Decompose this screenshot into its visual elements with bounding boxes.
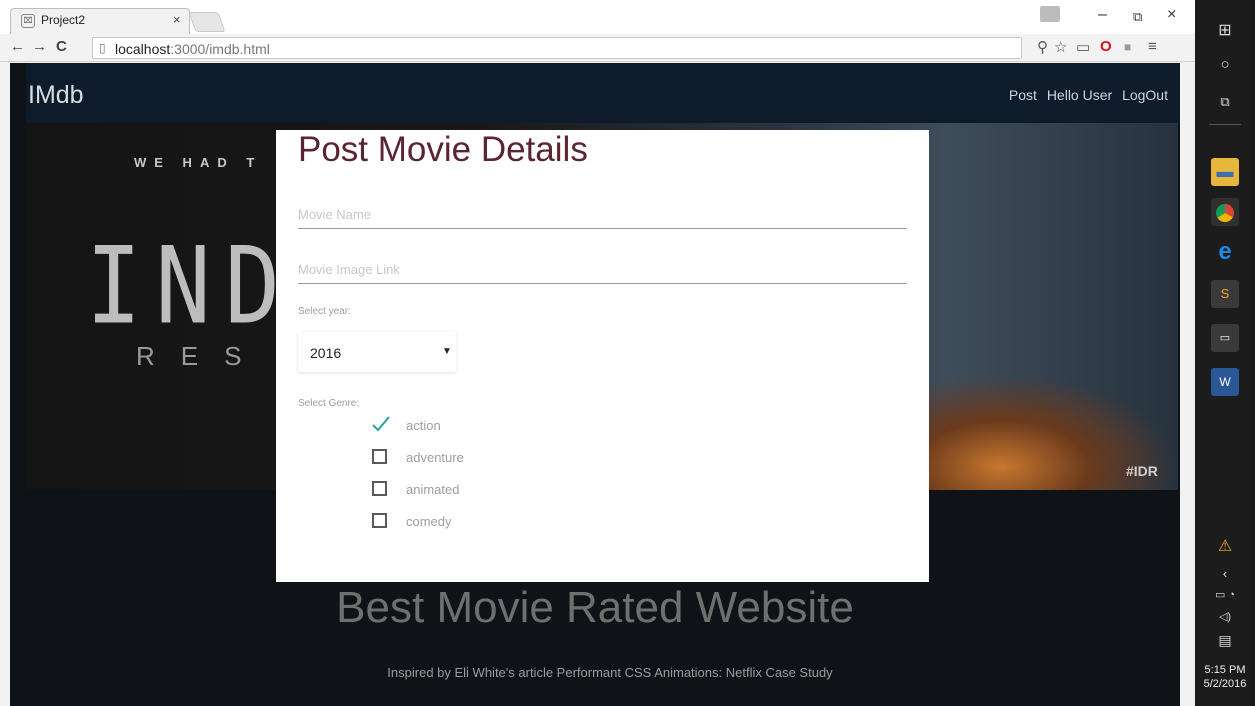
movie-name-field xyxy=(298,193,907,229)
navbar: IMdb Post Hello User LogOut xyxy=(26,63,1180,123)
file-explorer-icon[interactable]: ▬ xyxy=(1211,158,1239,186)
extension-icon[interactable]: ■ xyxy=(1124,40,1131,54)
modal-title: Post Movie Details xyxy=(298,130,588,169)
tab-strip: ⌧ Project2 × – ⧉ × xyxy=(0,0,1195,34)
checkbox-icon xyxy=(372,481,387,496)
year-select[interactable]: 2016 ▼ xyxy=(298,332,456,372)
address-bar[interactable]: ▯ localhost:3000/imdb.html xyxy=(92,37,1022,59)
dropdown-arrow-icon: ▼ xyxy=(442,346,452,357)
genre-label: Select Genre: xyxy=(298,398,360,409)
close-window-button[interactable]: × xyxy=(1167,6,1176,24)
browser-toolbar: ← → C ▯ localhost:3000/imdb.html ⚲ ☆ ▭ O… xyxy=(0,34,1195,62)
genre-label-animated: animated xyxy=(406,482,460,497)
page-icon: ▯ xyxy=(99,41,106,55)
edge-icon[interactable]: e xyxy=(1211,238,1239,266)
chevron-left-icon[interactable]: ‹ xyxy=(1195,566,1255,581)
footer-title: Best Movie Rated Website xyxy=(336,583,854,632)
genre-label-adventure: adventure xyxy=(406,450,464,465)
new-tab-button[interactable] xyxy=(188,12,226,32)
clock-time[interactable]: 5:15 PM xyxy=(1195,664,1255,677)
genre-label-comedy: comedy xyxy=(406,514,452,529)
hero-tagline: WE HAD T xyxy=(134,155,263,170)
cortana-icon[interactable]: ○ xyxy=(1195,56,1255,73)
tab-project2[interactable]: ⌧ Project2 × xyxy=(10,8,190,34)
chrome-icon[interactable] xyxy=(1211,198,1239,226)
movie-image-input[interactable] xyxy=(298,248,907,277)
url-text: localhost:3000/imdb.html xyxy=(115,41,270,57)
year-label: Select year: xyxy=(298,306,351,317)
user-profile-icon[interactable] xyxy=(1040,6,1060,22)
nav-link-post[interactable]: Post xyxy=(1009,87,1037,103)
nav-links: Post Hello User LogOut xyxy=(1003,87,1168,103)
windows-start-icon[interactable]: ⊞ xyxy=(1195,20,1255,40)
cast-icon[interactable]: ▭ xyxy=(1076,38,1090,56)
hero-subtitle: RES xyxy=(136,341,268,371)
checkmark-icon xyxy=(372,416,390,432)
checkbox-icon xyxy=(372,513,387,528)
year-select-value: 2016 xyxy=(310,345,342,361)
key-icon[interactable]: ⚲ xyxy=(1037,38,1048,56)
movie-image-field xyxy=(298,248,907,284)
genre-label-action: action xyxy=(406,418,441,433)
tab-favicon-icon: ⌧ xyxy=(21,14,35,28)
bookmark-star-icon[interactable]: ☆ xyxy=(1054,38,1067,56)
action-center-icon[interactable]: ▤ xyxy=(1195,632,1255,649)
reload-icon[interactable]: C xyxy=(56,38,67,55)
back-arrow-icon[interactable]: ← xyxy=(10,38,25,55)
taskbar-divider xyxy=(1209,124,1241,125)
opera-icon[interactable]: O xyxy=(1100,38,1112,55)
word-icon[interactable]: W xyxy=(1211,368,1239,396)
movie-name-input[interactable] xyxy=(298,193,907,222)
task-view-icon[interactable]: ⧉ xyxy=(1195,94,1255,110)
terminal-icon[interactable]: ▭ xyxy=(1211,324,1239,352)
forward-arrow-icon[interactable]: → xyxy=(32,38,47,55)
menu-icon[interactable]: ≡ xyxy=(1148,38,1157,55)
hero-hashtag: #IDR xyxy=(1126,463,1158,479)
nav-link-logout[interactable]: LogOut xyxy=(1122,87,1168,103)
checkbox-icon xyxy=(372,449,387,464)
nav-link-hello-user[interactable]: Hello User xyxy=(1047,87,1112,103)
sublime-text-icon[interactable]: S xyxy=(1211,280,1239,308)
post-movie-modal: Post Movie Details Select year: 2016 ▼ S… xyxy=(276,130,929,582)
restore-button[interactable]: ⧉ xyxy=(1133,9,1142,25)
screen: ⌧ Project2 × – ⧉ × ← → C ▯ localhost:300… xyxy=(0,0,1255,706)
notification-warning-icon[interactable]: ⚠ xyxy=(1195,536,1255,556)
tab-close-icon[interactable]: × xyxy=(173,12,181,27)
volume-icon[interactable]: ◁) xyxy=(1195,610,1255,623)
brand-logo[interactable]: IMdb xyxy=(28,81,84,110)
clock-date[interactable]: 5/2/2016 xyxy=(1195,678,1255,691)
tab-title: Project2 xyxy=(41,13,86,27)
footer-text: Inspired by Eli White's article Performa… xyxy=(387,665,833,680)
minimize-button[interactable]: – xyxy=(1098,6,1107,24)
windows-taskbar: ⊞ ○ ⧉ ▬ e S ▭ W ⚠ ‹ ▭ ◔ ◁) ▤ 5:15 PM 5/2… xyxy=(1195,0,1255,706)
battery-wifi-icon[interactable]: ▭ ◔ xyxy=(1195,588,1255,601)
